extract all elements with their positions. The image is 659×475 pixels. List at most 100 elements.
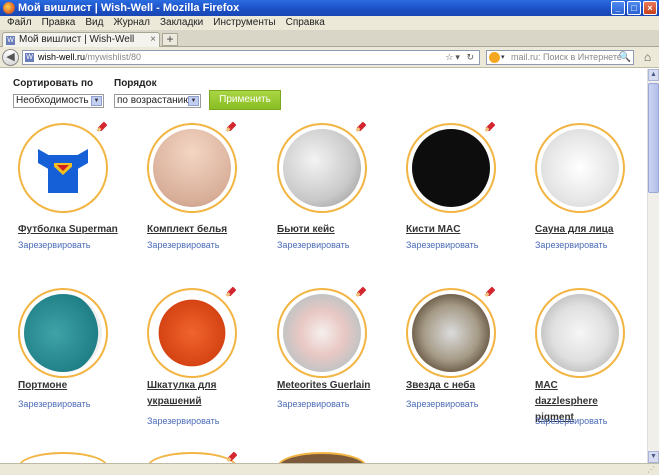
order-selected-value: по возрастанию [117, 95, 191, 106]
item-image-partial[interactable] [147, 452, 237, 463]
item-image-jewelry-box[interactable] [147, 288, 237, 378]
search-placeholder: mail.ru: Поиск в Интернете [511, 52, 622, 62]
item-image-facial-sauna[interactable] [535, 123, 625, 213]
url-host: wish-well.ru [38, 52, 86, 62]
window-titlebar: Мой вишлист | Wish-Well - Mozilla Firefo… [0, 0, 659, 16]
search-engine-icon[interactable] [489, 52, 500, 63]
status-bar: ⋰ [0, 463, 659, 475]
filter-panel: Сортировать по Необходимость ▼ Порядок п… [13, 78, 413, 112]
menu-history[interactable]: Журнал [108, 16, 155, 30]
menu-bar: Файл Правка Вид Журнал Закладки Инструме… [0, 16, 659, 30]
item-image-partial[interactable] [277, 452, 367, 463]
pin-icon [355, 286, 368, 297]
firefox-icon [3, 2, 15, 14]
new-tab-button[interactable]: + [162, 33, 178, 46]
pin-icon [225, 121, 238, 132]
item-title[interactable]: Комплект белья [147, 222, 267, 238]
wish-item: Портмоне Зарезервировать [18, 288, 138, 438]
site-favicon-icon: W [25, 53, 34, 62]
address-bar[interactable]: W wish-well.ru/mywishlist/80 ☆▾ ↻ [22, 50, 480, 65]
maximize-button[interactable]: □ [627, 1, 641, 15]
wish-item: Комплект белья Зарезервировать [147, 121, 267, 273]
scroll-thumb[interactable] [648, 83, 659, 193]
search-go-icon[interactable]: 🔍 [619, 51, 631, 64]
page-content: Сортировать по Необходимость ▼ Порядок п… [0, 69, 647, 463]
wish-item: Сауна для лица Зарезервировать [535, 123, 647, 273]
reserve-link[interactable]: Зарезервировать [18, 399, 90, 409]
reserve-link[interactable]: Зарезервировать [277, 240, 349, 250]
pin-icon [225, 286, 238, 297]
item-image-beauty-case[interactable] [277, 123, 367, 213]
menu-help[interactable]: Справка [281, 16, 330, 30]
apply-button[interactable]: Применить [209, 90, 281, 110]
item-title[interactable]: Шкатулка для украшений [147, 378, 227, 410]
item-title[interactable]: Сауна для лица [535, 222, 647, 238]
item-title[interactable]: Звезда с неба [406, 378, 526, 394]
sort-label: Сортировать по [13, 78, 94, 89]
url-path: /mywishlist/80 [85, 52, 142, 62]
site-favicon-icon: W [6, 36, 15, 45]
chevron-down-icon[interactable]: ▼ [188, 96, 199, 106]
sort-select[interactable]: Необходимость ▼ [13, 94, 104, 108]
reserve-link[interactable]: Зарезервировать [406, 399, 478, 409]
order-select[interactable]: по возрастанию ▼ [114, 94, 201, 108]
menu-file[interactable]: Файл [2, 16, 37, 30]
scroll-up-icon[interactable]: ▲ [648, 69, 659, 81]
resize-grip-icon[interactable]: ⋰ [647, 465, 657, 475]
close-window-button[interactable]: × [643, 1, 657, 15]
chevron-down-icon[interactable]: ▾ [501, 51, 505, 64]
item-image-star[interactable] [406, 288, 496, 378]
item-image-meteorites[interactable] [277, 288, 367, 378]
scroll-down-icon[interactable]: ▼ [648, 451, 659, 463]
tshirt-icon [38, 148, 88, 193]
item-image-mac-brushes[interactable] [406, 123, 496, 213]
item-image-dazzlesphere[interactable] [535, 288, 625, 378]
wish-item: Кисти MAC Зарезервировать [406, 121, 526, 273]
tab-wishlist[interactable]: W Мой вишлист | Wish-Well × [2, 32, 160, 47]
menu-view[interactable]: Вид [80, 16, 108, 30]
order-label: Порядок [114, 78, 157, 89]
reserve-link[interactable]: Зарезервировать [535, 416, 607, 426]
item-image-wallet[interactable] [18, 288, 108, 378]
menu-tools[interactable]: Инструменты [208, 16, 280, 30]
vertical-scrollbar[interactable]: ▲ ▼ [647, 69, 659, 463]
back-button[interactable]: ◀ [2, 49, 19, 66]
wish-item: Meteorites Guerlain Зарезервировать [277, 286, 397, 438]
menu-bookmarks[interactable]: Закладки [155, 16, 208, 30]
wish-item: Звезда с неба Зарезервировать [406, 286, 526, 438]
close-tab-icon[interactable]: × [150, 33, 156, 47]
reserve-link[interactable]: Зарезервировать [147, 416, 219, 426]
item-image-partial[interactable] [18, 452, 108, 463]
window-title: Мой вишлист | Wish-Well - Mozilla Firefo… [18, 2, 240, 14]
url-bar-icons[interactable]: ☆▾ ↻ [445, 51, 476, 64]
reserve-link[interactable]: Зарезервировать [18, 240, 90, 250]
pin-icon [96, 121, 109, 132]
item-title[interactable]: Портмоне [18, 378, 138, 394]
item-image-lingerie[interactable] [147, 123, 237, 213]
wish-item: Шкатулка для украшений Зарезервировать [147, 286, 267, 438]
pin-icon [355, 121, 368, 132]
nav-bar: ◀ W wish-well.ru/mywishlist/80 ☆▾ ↻ ▾ ma… [0, 47, 659, 68]
item-title[interactable]: Футболка Superman [18, 222, 138, 238]
reserve-link[interactable]: Зарезервировать [277, 399, 349, 409]
tab-title: Мой вишлист | Wish-Well [19, 34, 135, 45]
reserve-link[interactable]: Зарезервировать [535, 240, 607, 250]
item-title[interactable]: Кисти MAC [406, 222, 526, 238]
tab-bar: W Мой вишлист | Wish-Well × + [0, 30, 659, 47]
wish-item: Бьюти кейс Зарезервировать [277, 121, 397, 273]
reserve-link[interactable]: Зарезервировать [147, 240, 219, 250]
item-title[interactable]: Бьюти кейс [277, 222, 397, 238]
wish-item: Футболка Superman Зарезервировать [18, 121, 138, 273]
search-input[interactable]: ▾ mail.ru: Поиск в Интернете 🔍 [486, 50, 634, 65]
wish-item: MAC dazzlesphere pigment Зарезервировать [535, 288, 647, 438]
menu-edit[interactable]: Правка [37, 16, 81, 30]
chevron-down-icon[interactable]: ▼ [91, 96, 102, 106]
pin-icon [484, 286, 497, 297]
minimize-button[interactable]: _ [611, 1, 625, 15]
pin-icon [484, 121, 497, 132]
item-title[interactable]: Meteorites Guerlain [277, 378, 397, 394]
reserve-link[interactable]: Зарезервировать [406, 240, 478, 250]
item-image-superman[interactable] [18, 123, 108, 213]
pin-icon [226, 451, 239, 462]
home-button[interactable]: ⌂ [639, 50, 656, 65]
